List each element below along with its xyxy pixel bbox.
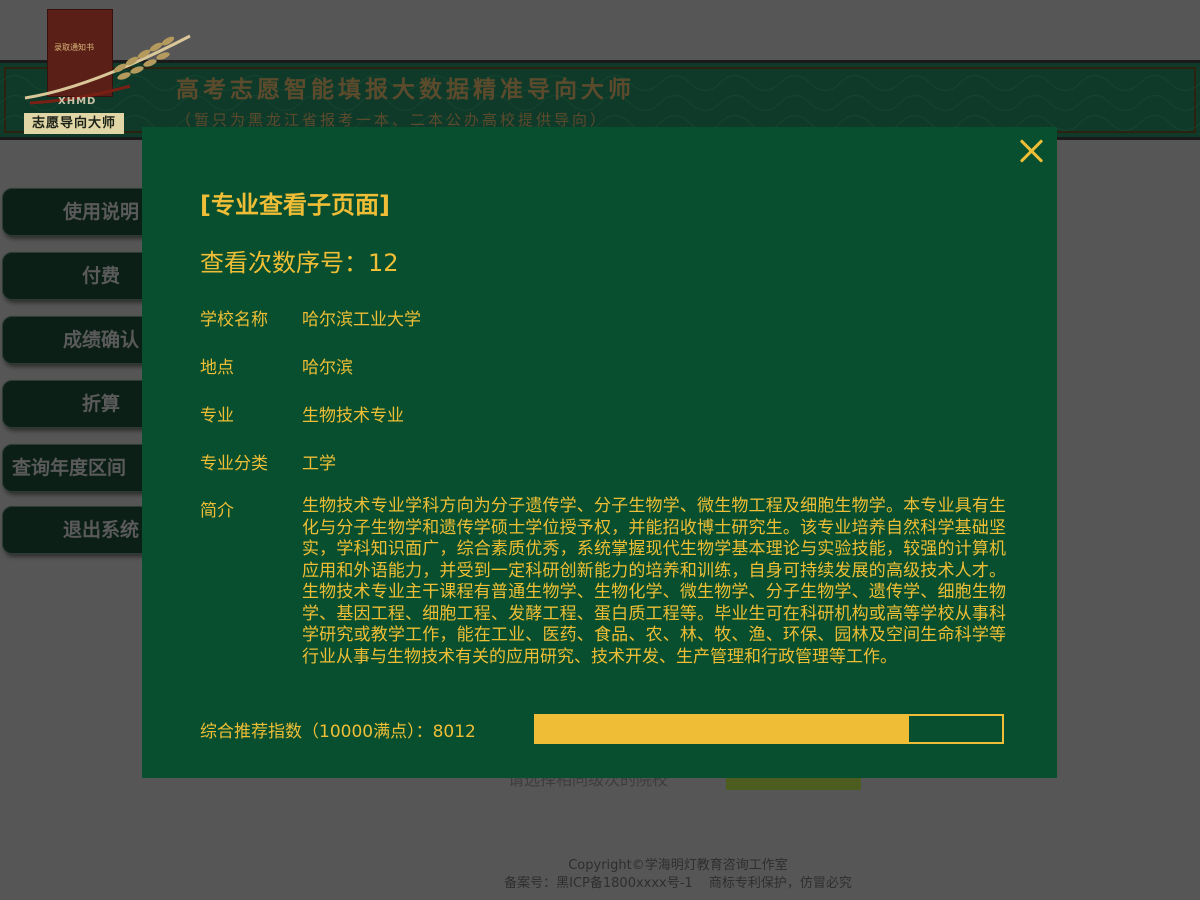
school-value: 哈尔滨工业大学 — [302, 310, 421, 330]
score-progress-bar — [534, 714, 1004, 744]
footer-registration: 备案号：黑ICP备1800xxxx号-1 商标专利保护，仿冒必究 — [0, 875, 1200, 893]
sidebar-item-label: 查询年度区间 — [12, 457, 127, 479]
category-value: 工学 — [302, 454, 336, 474]
footer-notice: 商标专利保护，仿冒必究 — [708, 876, 852, 891]
location-row: 地点 哈尔滨 — [200, 353, 353, 378]
close-icon[interactable] — [1018, 137, 1046, 165]
school-row: 学校名称 哈尔滨工业大学 — [200, 305, 421, 330]
logo-mark: XHMD — [58, 96, 97, 107]
logo-caption: 志愿导向大师 — [24, 113, 124, 134]
score-progress-fill — [536, 716, 910, 742]
score-label: 综合推荐指数（10000满点）： — [200, 722, 433, 742]
major-value: 生物技术专业 — [302, 406, 404, 426]
intro-label: 简介 — [200, 501, 234, 521]
score-value: 8012 — [432, 722, 476, 742]
score-row: 综合推荐指数（10000满点）：8012 — [200, 717, 476, 742]
major-row: 专业 生物技术专业 — [200, 401, 404, 426]
location-label: 地点 — [200, 358, 234, 378]
wheat-icon — [24, 34, 191, 105]
view-count-value: 12 — [368, 249, 399, 277]
modal-title: [专业查看子页面] — [200, 191, 390, 219]
category-row: 专业分类 工学 — [200, 449, 336, 474]
major-label: 专业 — [200, 406, 234, 426]
footer-copyright: Copyright©学海明灯教育咨询工作室 — [568, 858, 788, 873]
view-count: 查看次数序号：12 — [200, 243, 399, 278]
banner-title: 高考志愿智能填报大数据精准导向大师 — [176, 76, 635, 103]
location-value: 哈尔滨 — [302, 358, 353, 378]
major-detail-modal: [专业查看子页面] 查看次数序号：12 学校名称 哈尔滨工业大学 地点 哈尔滨 专业… — [142, 127, 1057, 778]
view-count-label: 查看次数序号： — [200, 249, 368, 277]
category-label: 专业分类 — [200, 454, 268, 474]
footer-icp: 备案号：黑ICP备1800xxxx号-1 — [504, 876, 693, 891]
footer: Copyright©学海明灯教育咨询工作室 备案号：黑ICP备1800xxxx号… — [0, 857, 1200, 893]
intro-text: 生物技术专业学科方向为分子遗传学、分子生物学、微生物工程及细胞生物学。本专业具有… — [302, 496, 1006, 667]
school-label: 学校名称 — [200, 310, 268, 330]
